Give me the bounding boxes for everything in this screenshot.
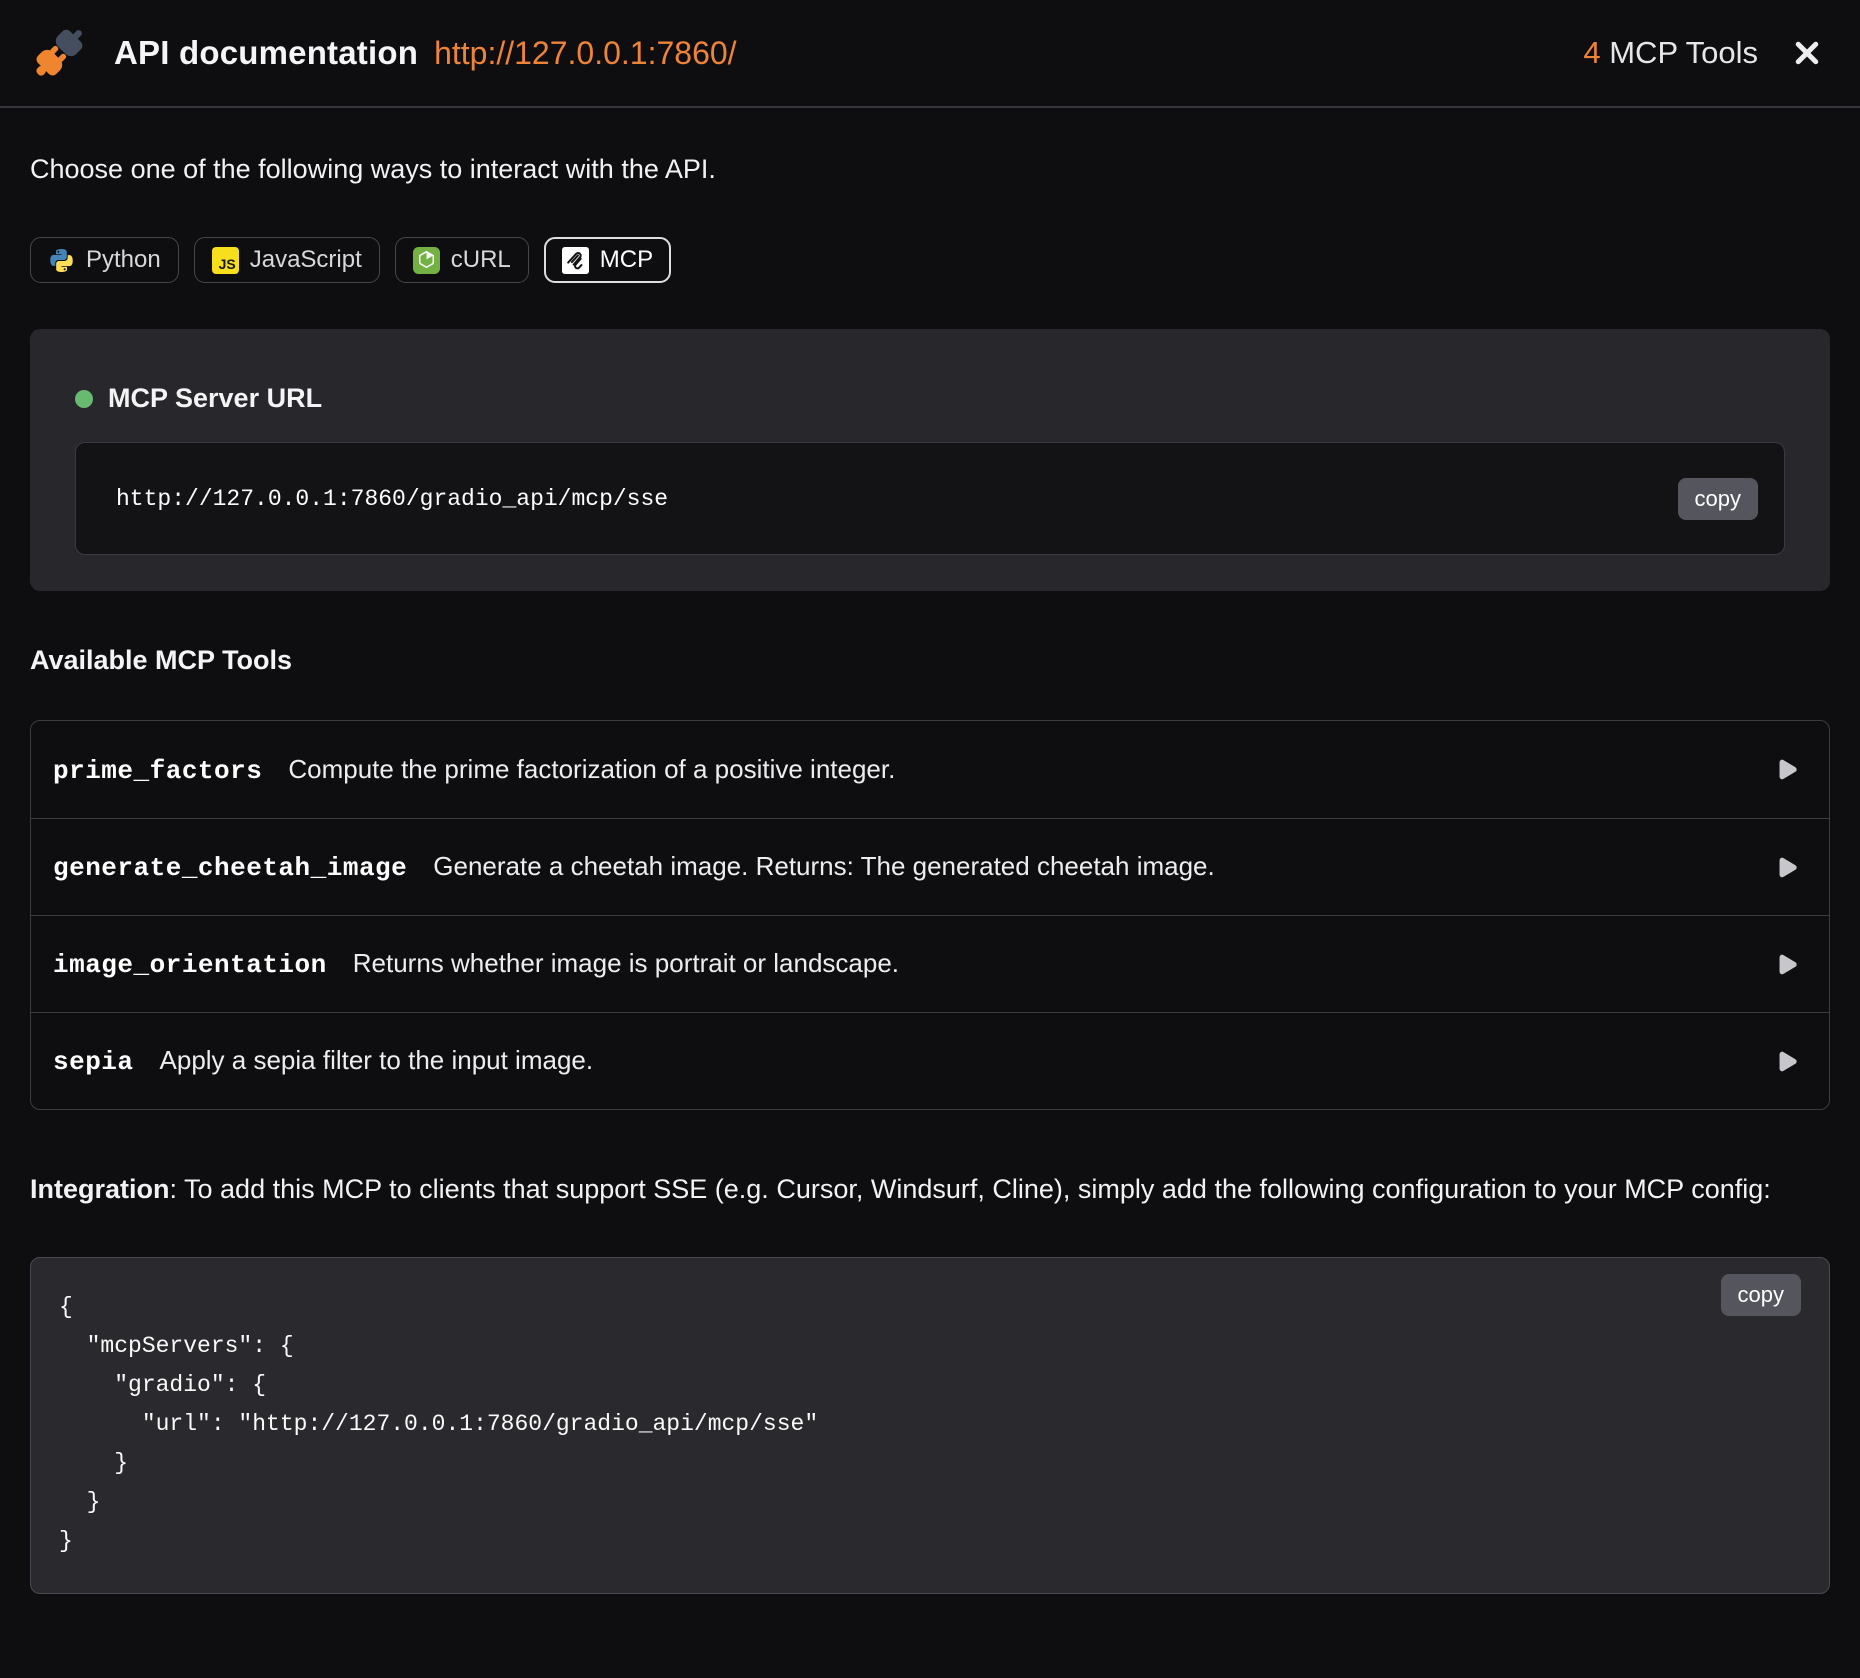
mcp-tools-count: 4 MCP Tools	[1583, 35, 1758, 71]
tool-text: prime_factors Compute the prime factoriz…	[53, 754, 1768, 786]
curl-icon	[413, 247, 440, 274]
tab-curl[interactable]: cURL	[395, 237, 529, 283]
mcp-icon	[562, 247, 589, 274]
main-content: Choose one of the following ways to inte…	[0, 154, 1860, 1594]
tool-description: Returns whether image is portrait or lan…	[353, 948, 899, 979]
run-tool-button[interactable]	[1768, 1044, 1803, 1079]
language-tabs: Python JS JavaScript cURL	[30, 237, 1830, 283]
run-tool-button[interactable]	[1768, 947, 1803, 982]
tab-python-label: Python	[86, 246, 161, 274]
copy-config-button[interactable]: copy	[1721, 1274, 1801, 1316]
tool-name: sepia	[53, 1047, 134, 1077]
python-icon	[48, 247, 75, 274]
tool-row-sepia[interactable]: sepia Apply a sepia filter to the input …	[31, 1012, 1829, 1109]
tool-name: generate_cheetah_image	[53, 853, 407, 883]
tool-text: sepia Apply a sepia filter to the input …	[53, 1045, 1768, 1077]
tool-description: Compute the prime factorization of a pos…	[288, 754, 895, 785]
available-tools-heading: Available MCP Tools	[30, 645, 1830, 676]
plug-connection-icon	[28, 22, 90, 84]
server-root-url-link[interactable]: http://127.0.0.1:7860/	[434, 35, 736, 72]
config-code-line: }	[59, 1444, 1789, 1483]
tab-python[interactable]: Python	[30, 237, 179, 283]
config-code-line: }	[59, 1522, 1789, 1561]
config-code-line: }	[59, 1483, 1789, 1522]
play-icon	[1772, 756, 1799, 783]
copy-server-url-button[interactable]: copy	[1678, 478, 1758, 520]
javascript-icon: JS	[212, 247, 239, 274]
mcp-server-url-code-block: http://127.0.0.1:7860/gradio_api/mcp/sse…	[75, 442, 1785, 555]
intro-text: Choose one of the following ways to inte…	[30, 154, 1830, 185]
tool-text: image_orientation Returns whether image …	[53, 948, 1768, 980]
tool-text: generate_cheetah_image Generate a cheeta…	[53, 851, 1768, 883]
run-tool-button[interactable]	[1768, 752, 1803, 787]
mcp-tools-table: prime_factors Compute the prime factoriz…	[30, 720, 1830, 1110]
mcp-server-label-row: MCP Server URL	[75, 383, 1785, 414]
mcp-tools-count-number: 4	[1583, 35, 1600, 70]
mcp-tools-count-label: MCP Tools	[1601, 35, 1758, 70]
config-code-line: {	[59, 1288, 1789, 1327]
tool-name: prime_factors	[53, 756, 262, 786]
config-code-line: "url": "http://127.0.0.1:7860/gradio_api…	[59, 1405, 1789, 1444]
api-documentation-page: API documentation http://127.0.0.1:7860/…	[0, 0, 1860, 1678]
header-bar: API documentation http://127.0.0.1:7860/…	[0, 0, 1860, 108]
integration-note-bold: Integration	[30, 1174, 170, 1204]
tool-description: Apply a sepia filter to the input image.	[160, 1045, 594, 1076]
tab-javascript-label: JavaScript	[250, 246, 362, 274]
tool-row-generate-cheetah-image[interactable]: generate_cheetah_image Generate a cheeta…	[31, 818, 1829, 915]
tool-row-image-orientation[interactable]: image_orientation Returns whether image …	[31, 915, 1829, 1012]
tab-mcp[interactable]: MCP	[544, 237, 671, 283]
green-status-dot	[75, 390, 93, 408]
play-icon	[1772, 1048, 1799, 1075]
tool-description: Generate a cheetah image. Returns: The g…	[433, 851, 1214, 882]
tab-javascript[interactable]: JS JavaScript	[194, 237, 380, 283]
tab-curl-label: cURL	[451, 246, 511, 274]
config-code-line: "gradio": {	[59, 1366, 1789, 1405]
page-title: API documentation	[114, 34, 418, 72]
mcp-server-url-value: http://127.0.0.1:7860/gradio_api/mcp/sse	[116, 486, 1678, 512]
run-tool-button[interactable]	[1768, 850, 1803, 885]
close-button[interactable]	[1788, 34, 1826, 72]
tab-mcp-label: MCP	[600, 246, 653, 274]
config-code-line: "mcpServers": {	[59, 1327, 1789, 1366]
tool-row-prime-factors[interactable]: prime_factors Compute the prime factoriz…	[31, 721, 1829, 818]
play-icon	[1772, 854, 1799, 881]
mcp-server-url-label: MCP Server URL	[108, 383, 322, 414]
integration-note: Integration: To add this MCP to clients …	[30, 1166, 1820, 1213]
integration-note-text: : To add this MCP to clients that suppor…	[170, 1174, 1771, 1204]
mcp-server-panel: MCP Server URL http://127.0.0.1:7860/gra…	[30, 329, 1830, 591]
tool-name: image_orientation	[53, 950, 327, 980]
mcp-config-code-block: copy { "mcpServers": { "gradio": { "url"…	[30, 1257, 1830, 1594]
play-icon	[1772, 951, 1799, 978]
close-icon	[1792, 38, 1822, 68]
